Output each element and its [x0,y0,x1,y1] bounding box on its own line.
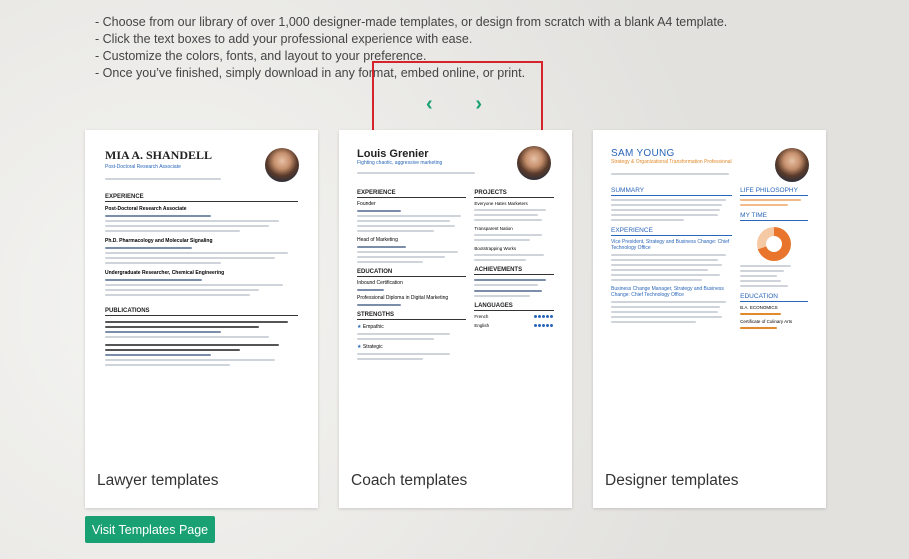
resume-job-title: Vice President, Strategy and Business Ch… [611,239,730,251]
card-label[interactable]: Lawyer templates [97,472,218,490]
education-item: Certificate of Culinary Arts [740,319,793,324]
resume-section-heading: LIFE PHILOSOPHY [740,187,808,196]
project-item: Everyone Hates Marketers [474,201,528,206]
resume-section-heading: EXPERIENCE [105,194,298,202]
resume-job-title: Inbound Certification [357,280,403,286]
resume-job-title: Ph.D. Pharmacology and Molecular Signali… [105,238,213,244]
resume-section-heading: STRENGTHS [357,312,467,320]
resume-job-title: Undergraduate Researcher, Chemical Engin… [105,270,225,276]
resume-job-title: Business Change Manager, Strategy and Bu… [611,286,724,298]
chevron-left-icon[interactable]: ‹ [426,93,433,116]
card-label[interactable]: Designer templates [605,472,739,490]
avatar [517,146,551,180]
resume-preview: Louis Grenier Fighting chaotic, aggressi… [349,140,562,452]
resume-job-title: Post-Doctoral Research Associate [105,206,187,212]
resume-section-heading: EXPERIENCE [611,227,733,236]
resume-section-heading: LANGUAGES [474,303,554,311]
project-item: Transparent Nation [474,226,513,231]
avatar [775,148,809,182]
resume-section-heading: EXPERIENCE [357,190,467,198]
card-label[interactable]: Coach templates [351,472,467,490]
language-item: French [474,314,489,319]
resume-section-heading: EDUCATION [740,293,808,302]
strength-item: Empathic [362,324,384,330]
template-card-lawyer[interactable]: MIA A. SHANDELL Post-Doctoral Research A… [85,130,318,508]
star-icon: ★ [357,324,362,330]
project-item: Bootstrapping Works [474,246,517,251]
resume-section-heading: PUBLICATIONS [105,308,298,316]
resume-section-heading: EDUCATION [357,269,467,277]
resume-preview: SAM YOUNG Strategy & Organizational Tran… [603,140,816,452]
strength-item: Strategic [362,344,383,350]
resume-section-heading: PROJECTS [474,190,554,198]
feature-item: Click the text boxes to add your profess… [95,31,727,48]
star-icon: ★ [357,344,362,350]
carousel-nav: ‹ › [426,93,482,115]
resume-section-heading: SUMMARY [611,187,733,196]
visit-templates-button[interactable]: Visit Templates Page [85,516,215,543]
resume-job-title: Head of Marketing [357,237,398,243]
time-donut-chart [757,227,792,261]
resume-section-heading: ACHIEVEMENTS [474,267,554,275]
template-card-designer[interactable]: SAM YOUNG Strategy & Organizational Tran… [593,130,826,508]
avatar [265,148,299,182]
resume-preview: MIA A. SHANDELL Post-Doctoral Research A… [95,140,308,452]
resume-job-title: Founder [357,201,376,207]
language-item: English [474,323,490,328]
chevron-right-icon[interactable]: › [475,93,482,116]
resume-job-title: Professional Diploma in Digital Marketin… [357,295,449,301]
feature-item: Choose from our library of over 1,000 de… [95,14,728,31]
resume-section-heading: MY TIME [740,212,808,221]
education-item: B.A. ECONOMICS [740,305,778,310]
template-card-coach[interactable]: Louis Grenier Fighting chaotic, aggressi… [339,130,572,508]
